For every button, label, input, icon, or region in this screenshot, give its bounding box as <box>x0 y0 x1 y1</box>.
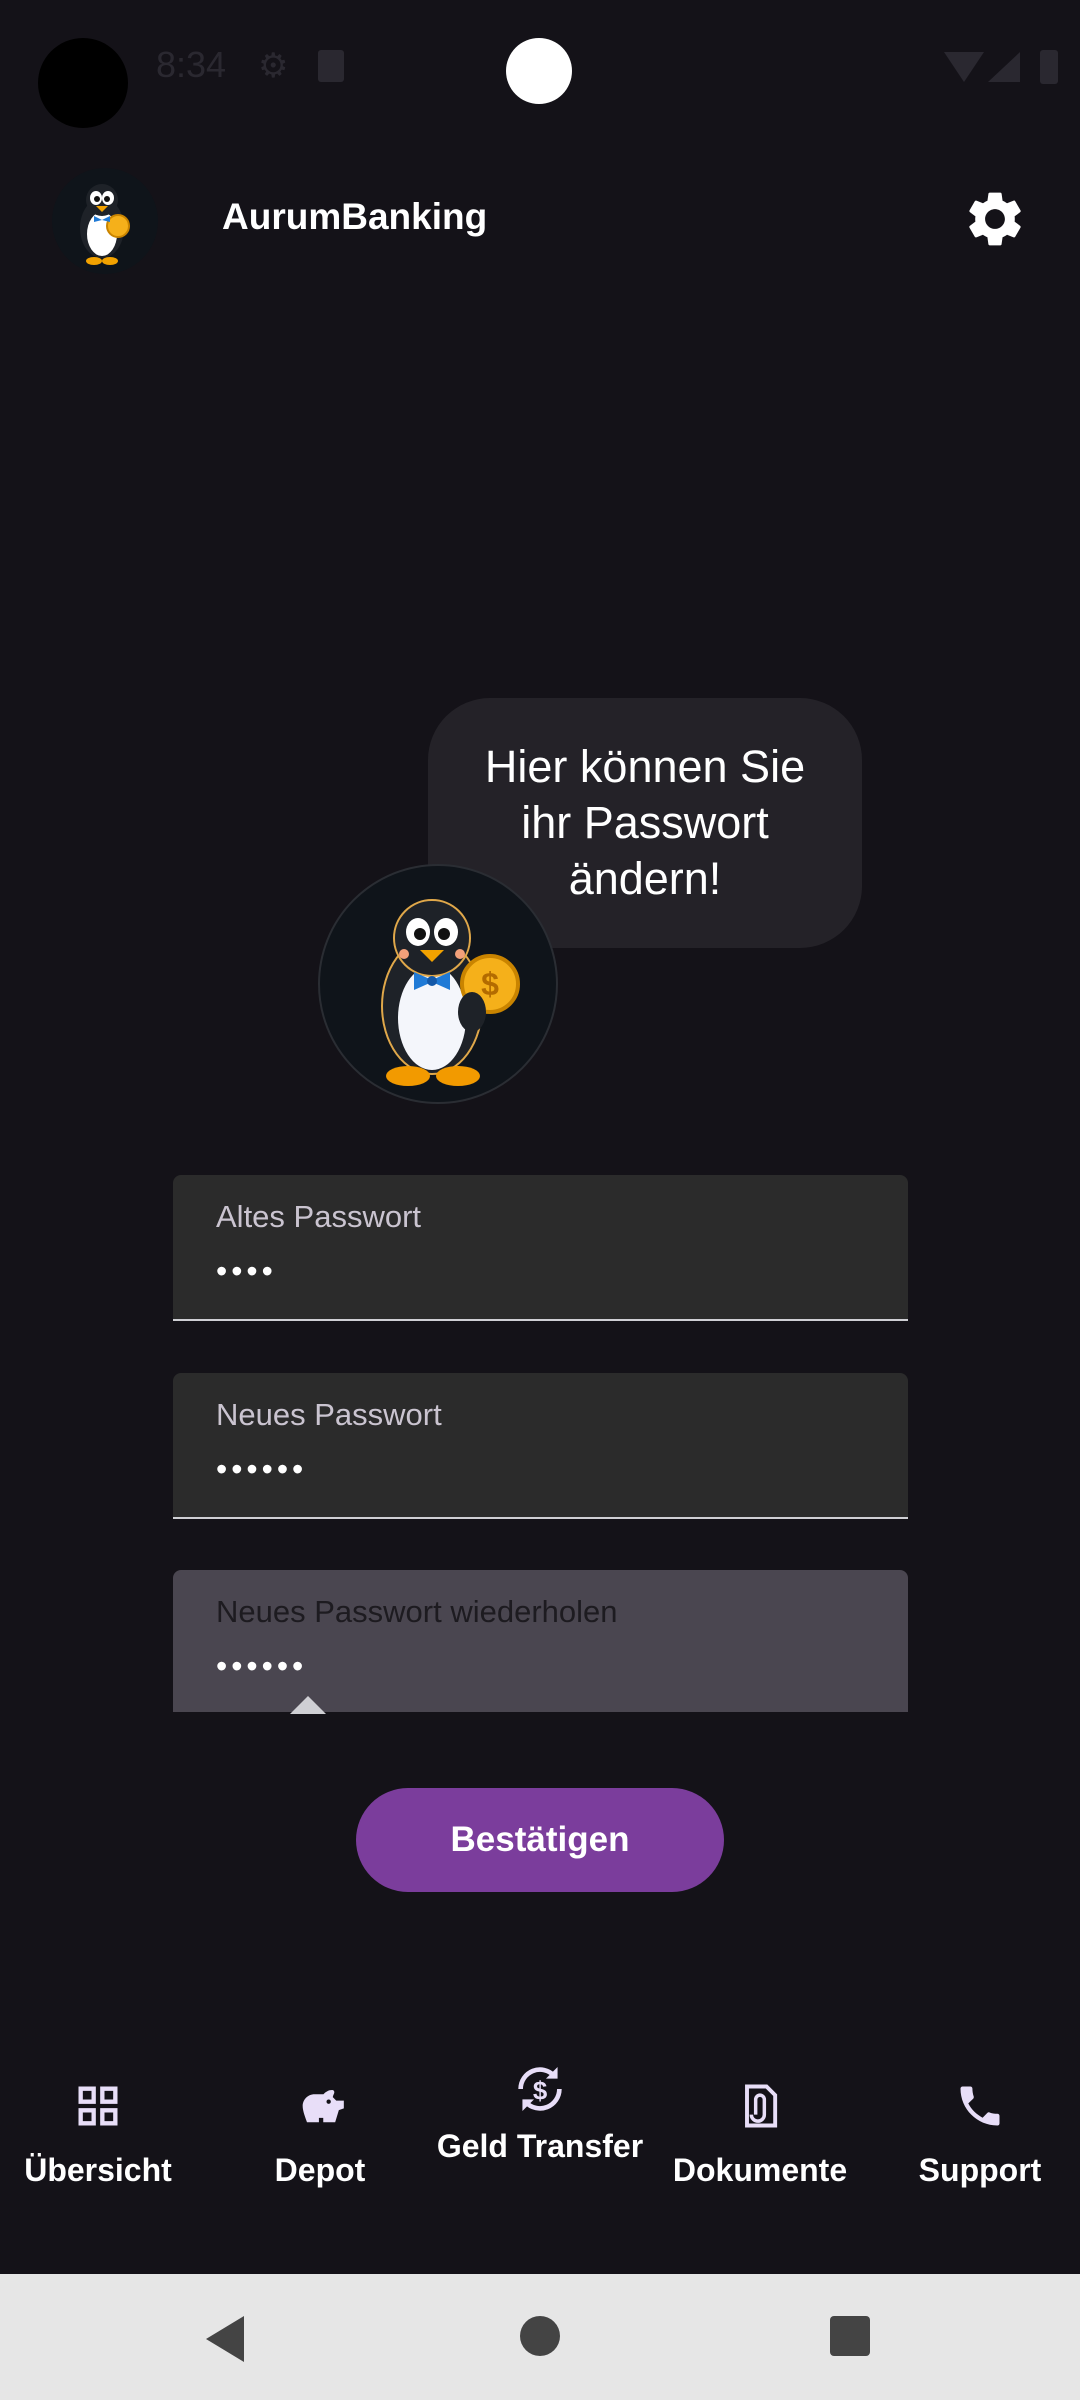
penguin-logo-icon[interactable] <box>52 168 158 274</box>
new-password-label: Neues Passwort <box>216 1397 442 1432</box>
repeat-password-field[interactable]: Neues Passwort wiederholen •••••• <box>173 1570 908 1712</box>
nav-label-dokumente: Dokumente <box>672 2152 848 2188</box>
nav-item-depot[interactable]: Depot <box>212 2080 428 2190</box>
status-bar: 8:34 ⚙ <box>0 0 1080 140</box>
status-time: 8:34 <box>156 44 227 85</box>
back-icon[interactable] <box>206 2316 244 2362</box>
nav-item-dokumente[interactable]: Dokumente <box>652 2080 868 2190</box>
app-title: AurumBanking <box>222 196 488 237</box>
repeat-password-label: Neues Passwort wiederholen <box>216 1594 618 1629</box>
settings-gear-icon[interactable] <box>962 186 1028 252</box>
bubble-text: Hier können Sie ihr Passwort ändern! <box>484 741 806 904</box>
front-camera-cutout <box>38 38 128 128</box>
piggy-bank-icon <box>302 2089 344 2123</box>
phone-icon <box>960 2086 1000 2126</box>
nav-label-support: Support <box>918 2152 1042 2188</box>
new-password-field[interactable]: Neues Passwort •••••• <box>173 1373 908 1519</box>
battery-icon <box>1040 50 1058 84</box>
text-cursor-handle[interactable] <box>290 1696 326 1714</box>
svg-text:$: $ <box>481 966 499 1002</box>
nav-item-geld-transfer[interactable]: $ Geld Transfer <box>432 2067 648 2166</box>
nav-item-uebersicht[interactable]: Übersicht <box>0 2080 206 2190</box>
sd-card-icon <box>318 50 344 82</box>
camera-indicator <box>506 38 572 104</box>
confirm-button[interactable]: Bestätigen <box>356 1788 724 1892</box>
repeat-password-value[interactable]: •••••• <box>216 1648 307 1685</box>
currency-exchange-icon: $ <box>518 2067 562 2111</box>
old-password-value[interactable]: •••• <box>216 1253 277 1290</box>
wifi-icon <box>944 52 984 82</box>
svg-text:$: $ <box>533 2077 547 2105</box>
status-gear-icon: ⚙ <box>258 47 289 85</box>
nav-label-depot: Depot <box>274 2152 366 2188</box>
nav-item-support[interactable]: Support <box>872 2080 1080 2190</box>
nav-label-uebersicht: Übersicht <box>24 2152 172 2188</box>
home-icon[interactable] <box>520 2316 560 2356</box>
penguin-mascot-icon: $ <box>318 864 558 1104</box>
grid-icon <box>78 2086 118 2126</box>
paperclip-document-icon <box>745 2084 778 2128</box>
recents-icon[interactable] <box>830 2316 870 2356</box>
new-password-value[interactable]: •••••• <box>216 1451 307 1488</box>
nav-label-geld-transfer: Geld Transfer <box>436 2128 644 2164</box>
signal-icon <box>988 52 1020 82</box>
old-password-field[interactable]: Altes Passwort •••• <box>173 1175 908 1321</box>
old-password-label: Altes Passwort <box>216 1199 422 1234</box>
